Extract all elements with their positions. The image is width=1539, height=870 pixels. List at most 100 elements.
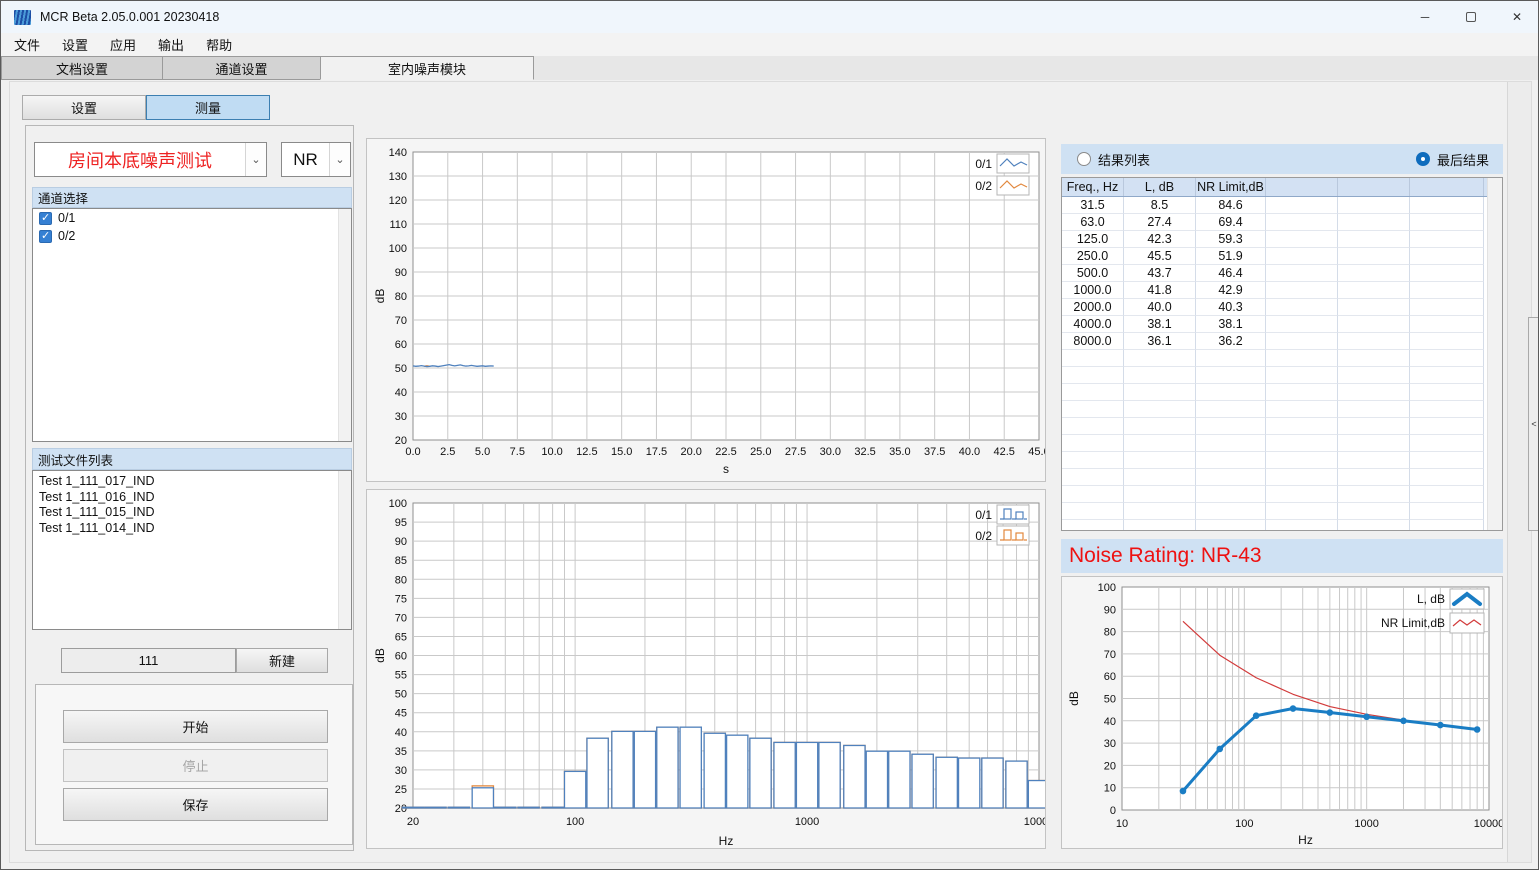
table-cell	[1062, 469, 1124, 486]
table-cell	[1410, 469, 1484, 486]
panel-collapse-handle[interactable]: <	[1528, 317, 1539, 531]
table-cell	[1062, 418, 1124, 435]
table-cell	[1266, 231, 1338, 248]
main-tab-1[interactable]: 文档设置	[1, 56, 163, 80]
nr-combobox[interactable]: NR ⌄	[281, 142, 351, 177]
svg-text:dB: dB	[1067, 691, 1081, 706]
svg-text:50: 50	[395, 363, 407, 375]
table-row[interactable]: 31.58.584.6	[1062, 197, 1502, 214]
svg-text:60: 60	[395, 339, 407, 351]
main-tab-2[interactable]: 通道设置	[162, 56, 321, 80]
table-row[interactable]	[1062, 452, 1502, 469]
table-row[interactable]: 63.027.469.4	[1062, 214, 1502, 231]
svg-text:2.5: 2.5	[440, 446, 455, 458]
channel-list-scrollbar[interactable]	[338, 209, 351, 441]
close-button[interactable]: ✕	[1494, 1, 1539, 33]
table-row[interactable]	[1062, 520, 1502, 531]
svg-text:35: 35	[395, 746, 407, 758]
table-row[interactable]: 1000.041.842.9	[1062, 282, 1502, 299]
svg-text:10000: 10000	[1474, 818, 1502, 830]
tab-measure[interactable]: 测量	[146, 95, 270, 120]
table-cell	[1410, 452, 1484, 469]
table-row[interactable]	[1062, 367, 1502, 384]
test-file-item-3[interactable]: Test 1_111_015_IND	[33, 505, 351, 521]
svg-text:10000: 10000	[1024, 816, 1045, 828]
svg-text:0/2: 0/2	[975, 179, 992, 193]
start-button[interactable]: 开始	[63, 710, 328, 743]
table-cell: 38.1	[1124, 316, 1196, 333]
channel-item-0/1[interactable]: 0/1	[33, 209, 351, 227]
channel-select-header: 通道选择	[32, 187, 352, 208]
svg-text:Hz: Hz	[1298, 833, 1313, 847]
table-header-cell	[1410, 178, 1484, 196]
tab-settings[interactable]: 设置	[22, 95, 146, 120]
checkbox-checked-icon[interactable]	[39, 212, 52, 225]
table-cell	[1338, 486, 1410, 503]
table-row[interactable]	[1062, 350, 1502, 367]
table-cell: 42.9	[1196, 282, 1266, 299]
table-row[interactable]	[1062, 401, 1502, 418]
file-name-input[interactable]	[61, 648, 236, 673]
menu-item-4[interactable]: 输出	[147, 33, 195, 56]
table-cell	[1410, 333, 1484, 350]
table-row[interactable]: 2000.040.040.3	[1062, 299, 1502, 316]
test-type-combobox[interactable]: 房间本底噪声测试 ⌄	[34, 142, 267, 177]
table-cell	[1196, 401, 1266, 418]
svg-text:30: 30	[395, 411, 407, 423]
table-cell	[1124, 452, 1196, 469]
window-controls: ─ ✕	[1402, 1, 1539, 33]
channel-item-0/2[interactable]: 0/2	[33, 227, 351, 245]
table-row[interactable]	[1062, 503, 1502, 520]
table-cell: 59.3	[1196, 231, 1266, 248]
channel-listbox[interactable]: 0/10/2	[32, 208, 352, 442]
table-row[interactable]	[1062, 435, 1502, 452]
table-cell	[1266, 197, 1338, 214]
table-row[interactable]	[1062, 486, 1502, 503]
chevron-down-icon[interactable]: ⌄	[329, 143, 350, 176]
result-table-scrollbar[interactable]	[1487, 178, 1502, 530]
table-row[interactable]: 250.045.551.9	[1062, 248, 1502, 265]
table-cell: 4000.0	[1062, 316, 1124, 333]
table-cell	[1410, 503, 1484, 520]
last-result-radio[interactable]	[1416, 152, 1430, 166]
maximize-button[interactable]	[1448, 1, 1494, 33]
table-header-cell: Freq., Hz	[1062, 178, 1124, 196]
table-cell	[1062, 384, 1124, 401]
test-file-item-2[interactable]: Test 1_111_016_IND	[33, 490, 351, 506]
title-bar: MCR Beta 2.05.0.001 20230418 ─ ✕	[1, 1, 1539, 33]
save-button[interactable]: 保存	[63, 788, 328, 821]
svg-text:140: 140	[389, 147, 407, 159]
minimize-button[interactable]: ─	[1402, 1, 1448, 33]
table-cell	[1196, 452, 1266, 469]
table-cell	[1266, 503, 1338, 520]
result-list-radio[interactable]	[1077, 152, 1091, 166]
noise-rating-banner: Noise Rating: NR-43	[1061, 539, 1503, 573]
table-row[interactable]: 125.042.359.3	[1062, 231, 1502, 248]
test-file-listbox[interactable]: Test 1_111_017_INDTest 1_111_016_INDTest…	[32, 470, 352, 630]
svg-text:40: 40	[1104, 716, 1116, 728]
menu-item-2[interactable]: 设置	[51, 33, 99, 56]
main-tab-3[interactable]: 室内噪声模块	[320, 56, 534, 80]
table-row[interactable]: 4000.038.138.1	[1062, 316, 1502, 333]
svg-text:45: 45	[395, 708, 407, 720]
svg-text:1000: 1000	[795, 816, 819, 828]
file-list-scrollbar[interactable]	[338, 471, 351, 629]
table-row[interactable]: 500.043.746.4	[1062, 265, 1502, 282]
checkbox-checked-icon[interactable]	[39, 230, 52, 243]
table-cell	[1338, 333, 1410, 350]
table-row[interactable]: 8000.036.136.2	[1062, 333, 1502, 350]
channel-label: 0/1	[58, 211, 75, 225]
table-row[interactable]	[1062, 469, 1502, 486]
menu-item-3[interactable]: 应用	[99, 33, 147, 56]
menu-item-1[interactable]: 文件	[3, 33, 51, 56]
test-file-item-4[interactable]: Test 1_111_014_IND	[33, 521, 351, 537]
table-cell	[1266, 486, 1338, 503]
table-cell	[1124, 418, 1196, 435]
table-row[interactable]	[1062, 384, 1502, 401]
test-type-value: 房间本底噪声测试	[35, 147, 245, 173]
menu-item-5[interactable]: 帮助	[195, 33, 243, 56]
table-row[interactable]	[1062, 418, 1502, 435]
test-file-item-1[interactable]: Test 1_111_017_IND	[33, 474, 351, 490]
new-button[interactable]: 新建	[236, 648, 328, 673]
chevron-down-icon[interactable]: ⌄	[245, 143, 266, 176]
